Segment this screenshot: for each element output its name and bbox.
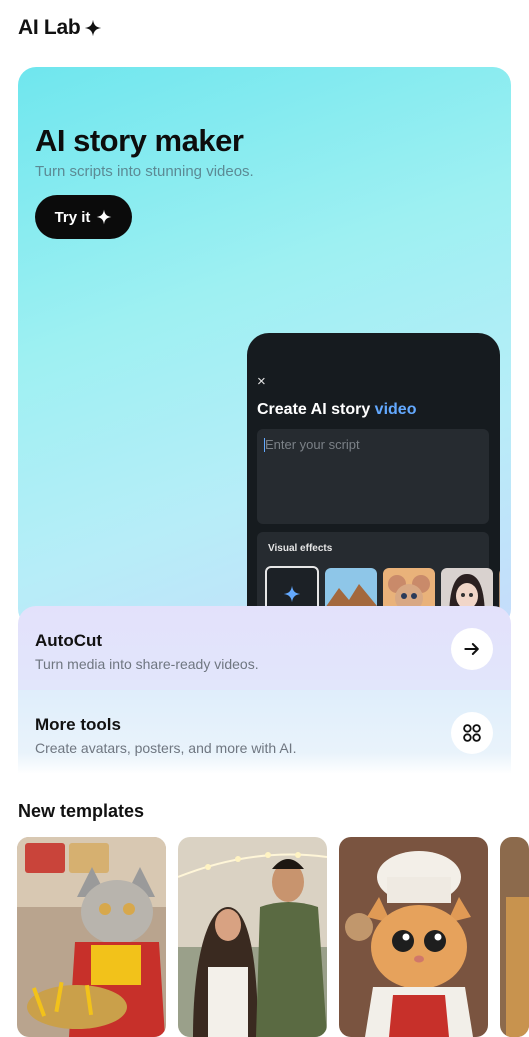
hero-subtitle: Turn scripts into stunning videos. (35, 163, 254, 180)
template-cat-chef[interactable] (339, 837, 488, 1037)
svg-text:M: M (105, 956, 125, 983)
preview-title-accent: video (374, 401, 417, 418)
more-tools-subtitle: Create avatars, posters, and more with A… (35, 740, 297, 756)
preview-title-prefix: Create AI story (257, 401, 375, 418)
try-it-button[interactable]: Try it (35, 195, 132, 239)
more-tools-open-button[interactable] (451, 712, 493, 754)
autocut-title: AutoCut (35, 631, 103, 650)
template-partial[interactable] (500, 837, 529, 1037)
autocut-subtitle: Turn media into share-ready videos. (35, 656, 259, 672)
try-it-label: Try it (54, 208, 91, 226)
arrow-right-icon (464, 643, 479, 655)
visual-effects-label: Visual effects (268, 543, 333, 554)
sparkle-icon (85, 19, 102, 37)
template-cat-fries[interactable]: M (17, 837, 166, 1037)
template-couple[interactable] (178, 837, 327, 1037)
autocut-open-button[interactable] (451, 628, 493, 670)
preview-title: Create AI story video (257, 401, 416, 419)
hero-title: AI story maker (35, 123, 244, 158)
grid-four-circles-icon (463, 724, 481, 742)
script-input-preview: Enter your script (257, 429, 489, 524)
ai-story-maker-card[interactable]: AI story maker Turn scripts into stunnin… (18, 67, 511, 627)
sparkle-icon (97, 209, 112, 225)
more-tools-card[interactable]: More tools Create avatars, posters, and … (18, 690, 511, 774)
script-placeholder: Enter your script (265, 437, 360, 452)
app-preview-mockup: × Create AI story video Enter your scrip… (247, 333, 500, 627)
app-header: AI Lab (18, 16, 102, 40)
autocut-card[interactable]: AutoCut Turn media into share-ready vide… (18, 606, 511, 690)
close-icon: × (257, 373, 266, 390)
more-tools-title: More tools (35, 715, 121, 734)
page-title: AI Lab (18, 16, 81, 39)
new-templates-heading: New templates (18, 801, 145, 821)
